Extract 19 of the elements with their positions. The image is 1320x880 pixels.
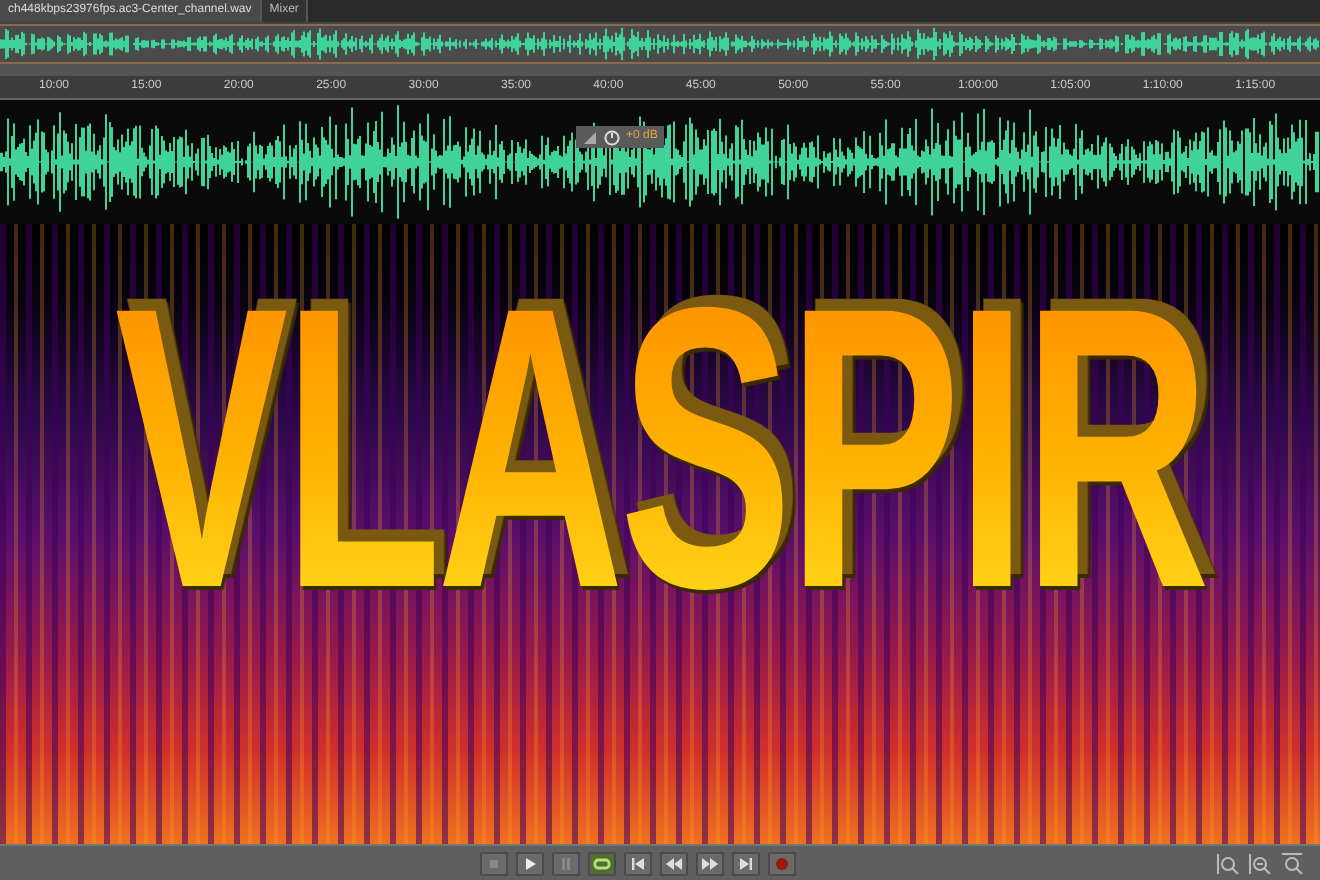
skip-start-icon [628,853,648,873]
pause-icon [556,853,576,873]
zoom-in-icon[interactable] [1216,851,1240,875]
skip-end-button[interactable] [732,851,760,875]
zoom-out-icon[interactable] [1248,851,1272,875]
fast-forward-icon [700,853,720,873]
rewind-icon [664,853,684,873]
zoom-full-icon[interactable] [1280,851,1304,875]
play-button[interactable] [516,851,544,875]
loop-button[interactable] [588,851,616,875]
rewind-button[interactable] [660,851,688,875]
volume-icon [582,129,598,145]
record-icon [772,853,792,873]
loop-icon [592,853,612,873]
fast-forward-button[interactable] [696,851,724,875]
skip-start-button[interactable] [624,851,652,875]
knob-icon[interactable] [604,129,620,145]
skip-end-icon [736,853,756,873]
play-icon [520,853,540,873]
